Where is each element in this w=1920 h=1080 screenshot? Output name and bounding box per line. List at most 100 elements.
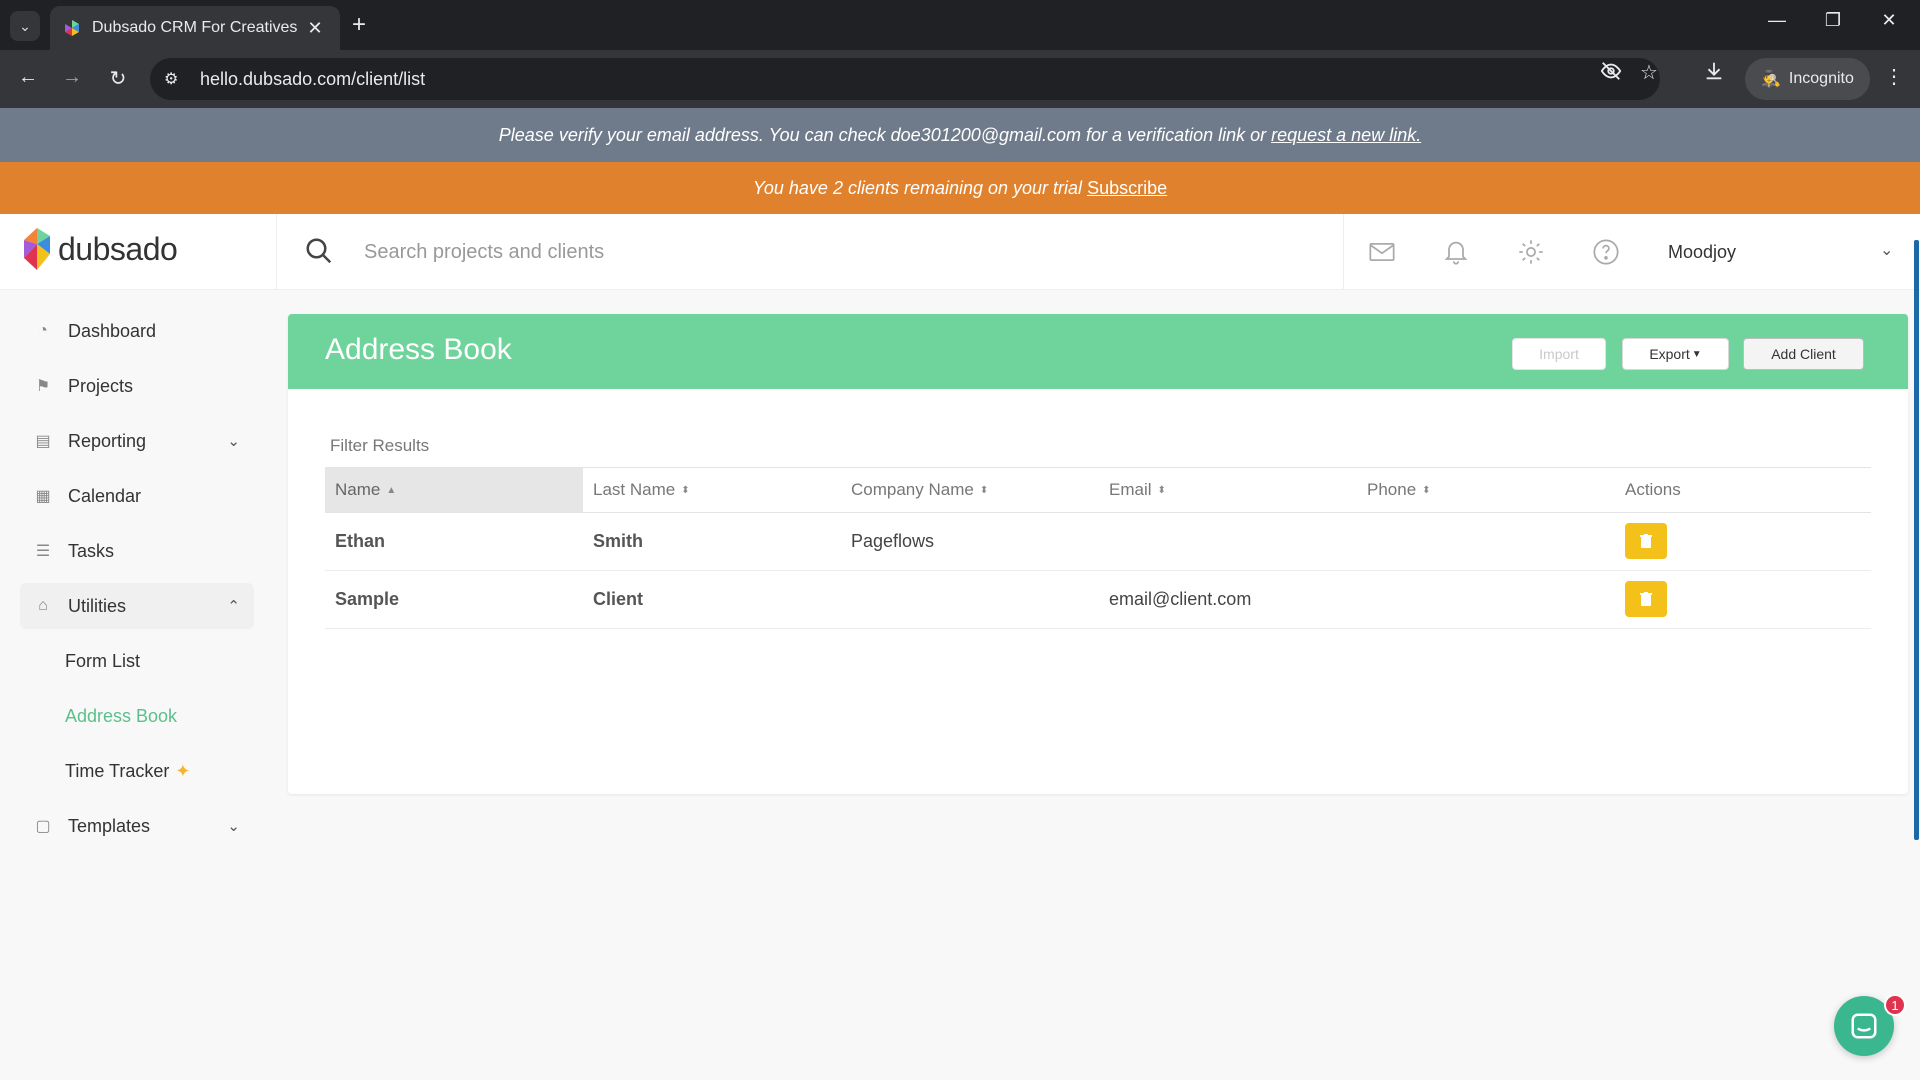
- sidebar-item-label: Reporting: [68, 430, 147, 451]
- gear-icon[interactable]: [1517, 238, 1545, 266]
- sidebar-subitem-time-tracker[interactable]: Time Tracker ✦: [65, 761, 190, 782]
- help-icon[interactable]: [1592, 238, 1620, 266]
- browser-menu-icon[interactable]: ⋮: [1884, 64, 1904, 89]
- subscribe-link[interactable]: Subscribe: [1087, 178, 1167, 199]
- sidebar-item-label: Utilities: [68, 595, 127, 616]
- export-label: Export: [1649, 346, 1690, 362]
- bookmark-star-icon[interactable]: ☆: [1640, 60, 1658, 85]
- add-client-button[interactable]: Add Client: [1743, 338, 1864, 370]
- table-row[interactable]: Ethan Smith Pageflows: [325, 513, 1871, 571]
- trial-text: You have 2 clients remaining on your tri…: [752, 177, 1083, 198]
- forward-icon[interactable]: →: [58, 66, 86, 89]
- cell-name[interactable]: Ethan: [325, 513, 385, 570]
- dubsado-logo[interactable]: dubsado: [22, 228, 178, 270]
- column-header-company[interactable]: Company Name ⬍: [841, 468, 1099, 512]
- export-button[interactable]: Export ▼: [1622, 338, 1729, 370]
- filter-results-label[interactable]: Filter Results: [330, 436, 429, 456]
- download-icon[interactable]: [1703, 60, 1725, 88]
- search-icon[interactable]: [304, 236, 334, 266]
- sidebar-item-dashboard[interactable]: ◔ Dashboard: [20, 308, 254, 354]
- column-header-last-name[interactable]: Last Name ⬍: [583, 468, 841, 512]
- cell-email: [1099, 513, 1109, 570]
- back-icon[interactable]: ←: [14, 66, 42, 89]
- cell-phone: [1357, 571, 1367, 628]
- sort-icon: ⬍: [681, 484, 690, 496]
- import-button[interactable]: Import: [1512, 338, 1606, 370]
- new-tab-icon[interactable]: +: [352, 12, 366, 38]
- sidebar-subitem-address-book[interactable]: Address Book: [65, 706, 177, 727]
- table-row[interactable]: Sample Client email@client.com: [325, 571, 1871, 629]
- mail-icon[interactable]: [1368, 238, 1396, 266]
- sidebar-item-label: Dashboard: [68, 320, 157, 341]
- verify-text: Please verify your email address. You ca…: [498, 124, 1267, 145]
- site-settings-icon[interactable]: ⚙: [164, 69, 188, 89]
- chevron-down-icon[interactable]: ⌄: [227, 817, 240, 835]
- search-input[interactable]: [364, 234, 1324, 270]
- column-header-label: Name: [335, 480, 381, 499]
- caret-down-icon: ▼: [1691, 348, 1702, 360]
- sort-asc-icon: ▲: [386, 484, 397, 496]
- logo-text: dubsado: [58, 230, 178, 267]
- column-header-label: Email: [1109, 480, 1152, 499]
- delete-button[interactable]: [1625, 523, 1667, 559]
- chevron-down-icon[interactable]: ⌄: [1880, 240, 1893, 260]
- cell-phone: [1357, 513, 1367, 570]
- tab-search-button[interactable]: ⌄: [10, 11, 40, 41]
- cell-company: [841, 571, 851, 628]
- sidebar-item-utilities[interactable]: ⌂ Utilities ⌃: [20, 583, 254, 629]
- user-menu-name[interactable]: Moodjoy: [1668, 242, 1736, 263]
- sort-icon: ⬍: [979, 484, 989, 496]
- cell-name[interactable]: Sample: [325, 571, 399, 628]
- incognito-badge[interactable]: 🕵 Incognito: [1745, 58, 1870, 100]
- trial-banner: You have 2 clients remaining on your tri…: [0, 162, 1920, 214]
- cell-email: email@client.com: [1109, 589, 1252, 609]
- chevron-up-icon[interactable]: ⌃: [227, 597, 240, 615]
- tab-title: Dubsado CRM For Creatives: [92, 19, 298, 36]
- cell-last-name[interactable]: Smith: [583, 513, 643, 570]
- restore-icon[interactable]: ❐: [1818, 10, 1848, 31]
- reload-icon[interactable]: ↻: [104, 66, 132, 91]
- verify-email-banner: Please verify your email address. You ca…: [0, 108, 1920, 162]
- sidebar-subitem-form-list[interactable]: Form List: [65, 651, 140, 672]
- sidebar-item-tasks[interactable]: ☰ Tasks: [20, 528, 254, 574]
- sparkle-icon: ✦: [175, 761, 191, 781]
- dubsado-favicon-icon: [65, 20, 79, 36]
- incognito-icon: 🕵: [1761, 71, 1781, 88]
- column-header-phone[interactable]: Phone ⬍: [1357, 468, 1615, 512]
- sort-icon: ⬍: [1157, 484, 1166, 496]
- browser-tab[interactable]: Dubsado CRM For Creatives ✕: [50, 6, 340, 50]
- column-header-label: Phone: [1367, 480, 1417, 499]
- page-scrollbar[interactable]: [1914, 240, 1919, 840]
- sort-icon: ⬍: [1422, 484, 1431, 496]
- column-header-email[interactable]: Email ⬍: [1099, 468, 1357, 512]
- sidebar-item-calendar[interactable]: ▦ Calendar: [20, 473, 254, 519]
- incognito-label: Incognito: [1788, 70, 1854, 87]
- tab-close-icon[interactable]: ✕: [304, 18, 326, 39]
- bell-icon[interactable]: [1442, 238, 1470, 266]
- url-text[interactable]: hello.dubsado.com/client/list: [200, 69, 425, 90]
- sidebar-item-reporting[interactable]: ▤ Reporting ⌄: [20, 418, 254, 464]
- browser-toolbar: ← → ↻ ⚙ hello.dubsado.com/client/list ☆ …: [0, 50, 1920, 108]
- sidebar-item-projects[interactable]: ⚑ Projects: [20, 363, 254, 409]
- chevron-down-icon[interactable]: ⌄: [227, 432, 240, 450]
- address-bar[interactable]: ⚙ hello.dubsado.com/client/list: [150, 58, 1660, 100]
- header-divider: [276, 214, 277, 290]
- tasks-icon: ☰: [35, 543, 51, 560]
- sidebar-item-templates[interactable]: ▢ Templates ⌄: [20, 803, 254, 849]
- eye-off-icon[interactable]: [1600, 60, 1622, 88]
- browser-tab-bar: ⌄ Dubsado CRM For Creatives ✕ + — ❐ ✕: [0, 0, 1920, 50]
- window-close-icon[interactable]: ✕: [1874, 10, 1904, 31]
- column-header-name[interactable]: Name ▲: [325, 468, 583, 512]
- clients-table: Name ▲ Last Name ⬍ Company Name ⬍ Email ⬍ Ph…: [325, 467, 1871, 629]
- calendar-icon: ▦: [35, 488, 51, 505]
- delete-button[interactable]: [1625, 581, 1667, 617]
- minimize-icon[interactable]: —: [1762, 10, 1792, 31]
- table-header: Name ▲ Last Name ⬍ Company Name ⬍ Email ⬍ Ph…: [325, 467, 1871, 513]
- request-new-link[interactable]: request a new link.: [1271, 125, 1421, 146]
- dubsado-logo-icon: [24, 228, 50, 270]
- sidebar-item-label: Tasks: [68, 540, 115, 561]
- cell-last-name[interactable]: Client: [583, 571, 643, 628]
- address-book-card: Address Book Import Export ▼ Add Client F…: [288, 314, 1908, 794]
- trash-icon: [1640, 534, 1652, 548]
- trash-icon: [1640, 592, 1652, 606]
